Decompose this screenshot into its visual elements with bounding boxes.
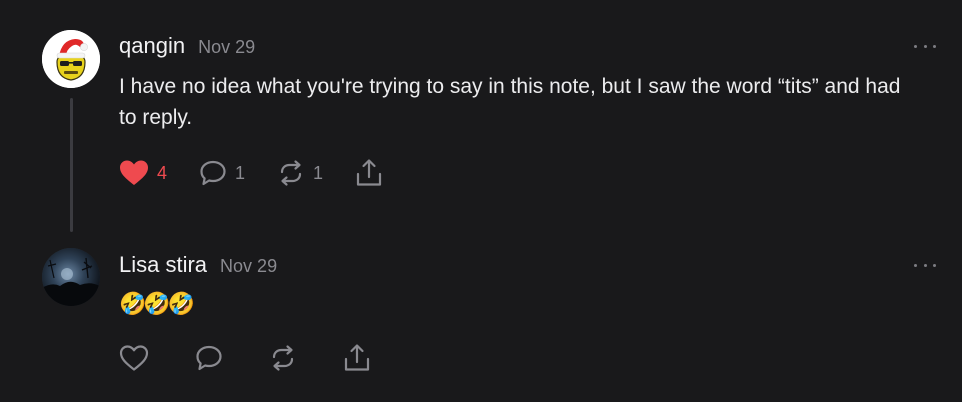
- author-name[interactable]: Lisa stira: [119, 252, 207, 278]
- more-options-icon[interactable]: [914, 41, 936, 51]
- comment-thread: qangin Nov 29 I have no idea what you're …: [0, 0, 962, 402]
- share-icon: [356, 159, 382, 186]
- restack-count: 1: [313, 162, 324, 183]
- heart-icon: [119, 345, 149, 371]
- night-sky-avatar-icon: [42, 248, 100, 306]
- like-count: 4: [157, 162, 168, 183]
- restack-icon: [272, 345, 294, 371]
- share-icon: [344, 344, 370, 371]
- comment-body: 🤣🤣🤣: [119, 291, 195, 316]
- avatar[interactable]: [42, 248, 100, 306]
- heart-icon: [120, 160, 148, 185]
- santa-hat-avatar-icon: [42, 30, 100, 88]
- comment: Lisa stira Nov 29 🤣🤣🤣: [0, 240, 962, 402]
- reply-button[interactable]: [195, 344, 223, 372]
- share-button[interactable]: [343, 343, 371, 373]
- comment-actions: 4 1 1: [119, 158, 383, 188]
- thread-line: [70, 98, 73, 232]
- comment-actions: [119, 343, 371, 373]
- avatar[interactable]: [42, 30, 100, 88]
- author-name[interactable]: qangin: [119, 33, 185, 59]
- comment-header: qangin Nov 29: [119, 33, 255, 59]
- like-button[interactable]: 4: [119, 159, 167, 187]
- like-button[interactable]: [119, 344, 149, 372]
- comment-date[interactable]: Nov 29: [198, 37, 255, 58]
- comment-bubble-icon: [196, 345, 222, 371]
- reply-count: 1: [235, 162, 246, 183]
- more-options-icon[interactable]: [914, 260, 936, 270]
- comment-body: I have no idea what you're trying to say…: [119, 75, 901, 129]
- share-button[interactable]: [355, 158, 383, 188]
- restack-button[interactable]: 1: [277, 159, 323, 187]
- comment: qangin Nov 29 I have no idea what you're …: [0, 0, 962, 240]
- comment-header: Lisa stira Nov 29: [119, 252, 277, 278]
- comment-bubble-icon: [200, 160, 226, 186]
- restack-button[interactable]: [269, 344, 297, 372]
- reply-button[interactable]: 1: [199, 159, 245, 187]
- comment-date[interactable]: Nov 29: [220, 256, 277, 277]
- restack-icon: [280, 160, 302, 186]
